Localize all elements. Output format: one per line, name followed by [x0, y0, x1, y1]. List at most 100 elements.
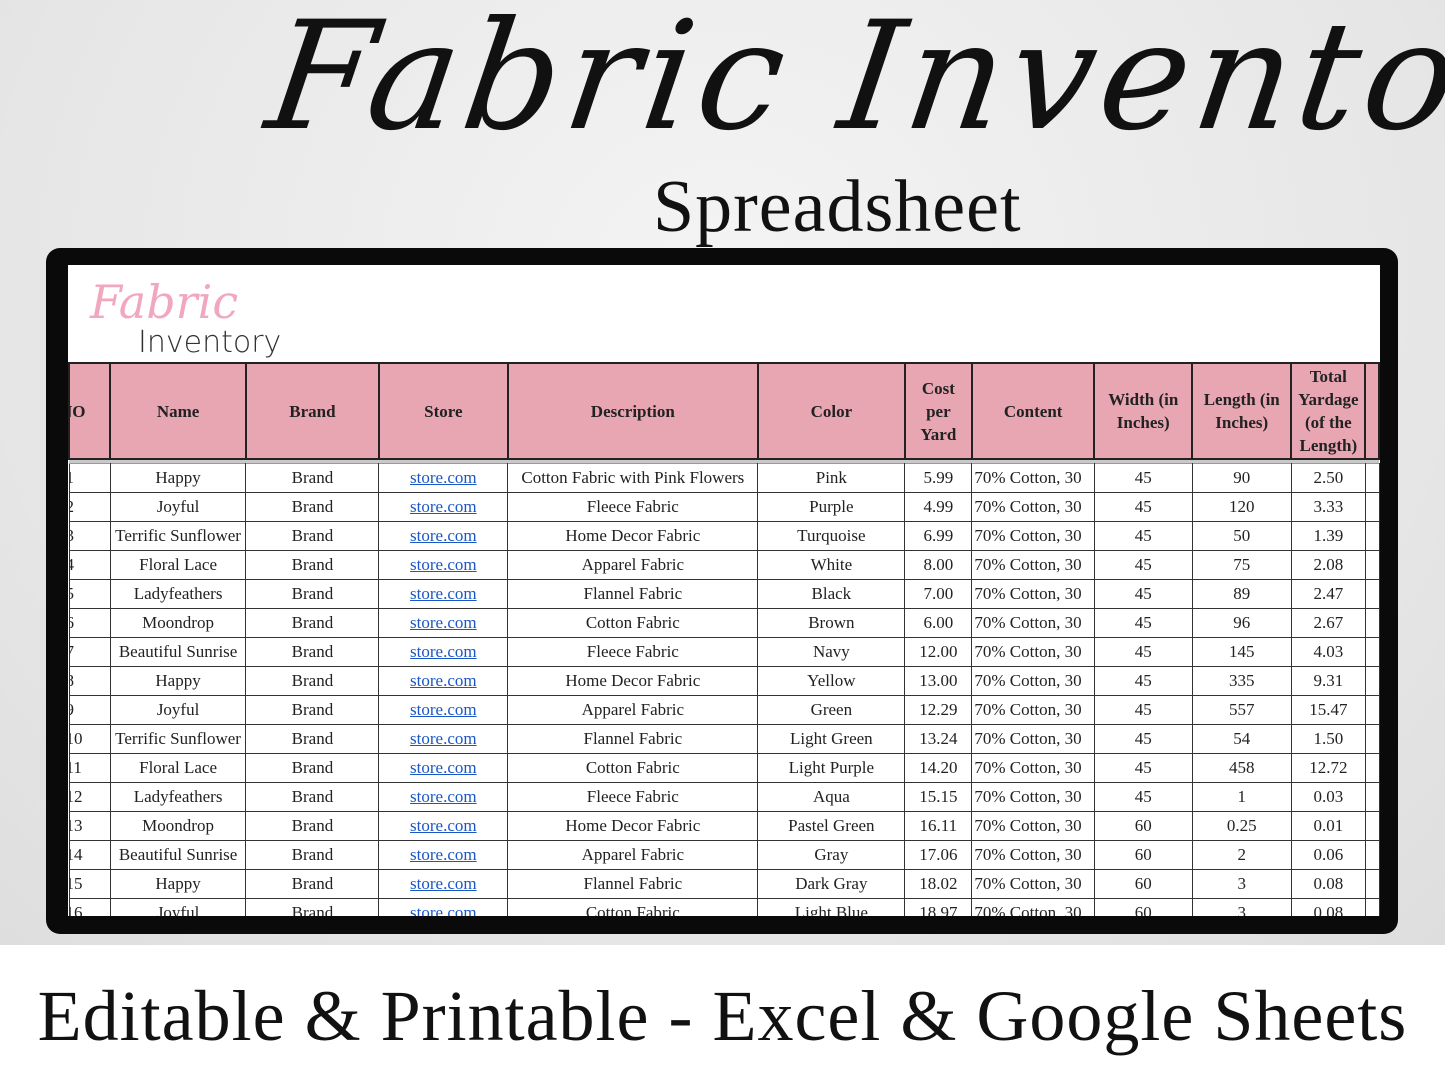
- table-cell[interactable]: Aqua: [757, 781, 906, 812]
- table-cell[interactable]: 15.47: [1290, 694, 1366, 725]
- table-cell[interactable]: 5: [68, 578, 111, 609]
- table-cell[interactable]: Floral Lace: [109, 549, 247, 580]
- store-link[interactable]: store.com: [378, 810, 509, 841]
- table-cell[interactable]: 9.31: [1290, 665, 1366, 696]
- table-cell[interactable]: Moondrop: [109, 607, 247, 638]
- table-cell[interactable]: Brand: [245, 897, 380, 916]
- table-cell[interactable]: 8.00: [904, 549, 973, 580]
- table-cell[interactable]: Brand: [245, 694, 380, 725]
- store-link[interactable]: store.com: [378, 607, 509, 638]
- store-link[interactable]: store.com: [378, 839, 509, 870]
- table-cell[interactable]: 18.02: [904, 868, 973, 899]
- table-cell[interactable]: 6: [68, 607, 111, 638]
- table-cell[interactable]: 45: [1093, 462, 1193, 493]
- table-cell[interactable]: Happy: [109, 462, 247, 493]
- table-cell[interactable]: Flannel Fabric: [507, 578, 759, 609]
- table-cell[interactable]: Home Decor Fabric: [507, 520, 759, 551]
- table-cell[interactable]: 2.47: [1290, 578, 1366, 609]
- table-cell[interactable]: 120: [1191, 491, 1292, 522]
- table-cell[interactable]: 14: [68, 839, 111, 870]
- table-cell[interactable]: 45: [1093, 549, 1193, 580]
- column-header[interactable]: Length (in Inches): [1191, 362, 1293, 460]
- table-cell[interactable]: 0.08: [1290, 897, 1366, 916]
- table-cell[interactable]: 458: [1191, 752, 1292, 783]
- table-cell[interactable]: Happy: [109, 665, 247, 696]
- table-cell[interactable]: 70% Cotton, 30: [971, 694, 1095, 725]
- table-cell[interactable]: 0.25: [1191, 810, 1292, 841]
- table-cell[interactable]: Brand: [245, 665, 380, 696]
- table-cell[interactable]: 5.99: [904, 462, 973, 493]
- table-cell[interactable]: 90: [1191, 462, 1292, 493]
- table-cell[interactable]: 15.15: [904, 781, 973, 812]
- table-cell[interactable]: 70% Cotton, 30: [971, 752, 1095, 783]
- table-cell[interactable]: 50: [1191, 520, 1292, 551]
- table-cell[interactable]: 2: [1191, 839, 1292, 870]
- table-cell[interactable]: Home Decor Fabric: [507, 810, 759, 841]
- table-cell[interactable]: 557: [1191, 694, 1292, 725]
- table-cell[interactable]: 70% Cotton, 30: [971, 810, 1095, 841]
- table-cell[interactable]: Ladyfeathers: [109, 781, 247, 812]
- column-header[interactable]: Description: [506, 362, 759, 460]
- table-cell[interactable]: 1: [1191, 781, 1292, 812]
- column-header[interactable]: NO: [68, 362, 112, 460]
- table-cell[interactable]: Fleece Fabric: [507, 781, 759, 812]
- table-cell[interactable]: Brand: [245, 868, 380, 899]
- table-cell[interactable]: 0.03: [1290, 781, 1366, 812]
- table-cell[interactable]: 70% Cotton, 30: [971, 578, 1095, 609]
- table-cell[interactable]: 89: [1191, 578, 1292, 609]
- table-cell[interactable]: 14.20: [904, 752, 973, 783]
- store-link[interactable]: store.com: [378, 897, 509, 916]
- table-cell[interactable]: Moondrop: [109, 810, 247, 841]
- table-cell[interactable]: 7.00: [904, 578, 973, 609]
- table-cell[interactable]: 0.01: [1290, 810, 1366, 841]
- column-header[interactable]: Cost per Yard: [903, 362, 973, 460]
- table-cell[interactable]: 45: [1093, 607, 1193, 638]
- table-cell[interactable]: Apparel Fabric: [507, 839, 759, 870]
- table-cell[interactable]: Brand: [245, 578, 380, 609]
- table-cell[interactable]: 60: [1093, 810, 1193, 841]
- store-link[interactable]: store.com: [378, 868, 509, 899]
- table-cell[interactable]: Happy: [109, 868, 247, 899]
- table-cell[interactable]: Cotton Fabric: [507, 897, 759, 916]
- table-cell[interactable]: Navy: [757, 636, 906, 667]
- table-cell[interactable]: Brand: [245, 462, 380, 493]
- table-cell[interactable]: Joyful: [109, 491, 247, 522]
- table-cell[interactable]: Light Green: [757, 723, 906, 754]
- store-link[interactable]: store.com: [378, 462, 509, 493]
- table-cell[interactable]: 13.00: [904, 665, 973, 696]
- table-cell[interactable]: 145: [1191, 636, 1292, 667]
- table-cell[interactable]: Beautiful Sunrise: [109, 839, 247, 870]
- table-cell[interactable]: 70% Cotton, 30: [971, 781, 1095, 812]
- column-header[interactable]: Total Yardage (of the Length): [1290, 362, 1367, 460]
- table-cell[interactable]: 1.39: [1290, 520, 1366, 551]
- table-cell[interactable]: 4: [68, 549, 111, 580]
- table-cell[interactable]: Brand: [245, 810, 380, 841]
- table-cell[interactable]: Brand: [245, 781, 380, 812]
- table-cell[interactable]: 12.29: [904, 694, 973, 725]
- table-cell[interactable]: 45: [1093, 665, 1193, 696]
- table-cell[interactable]: 16: [68, 897, 111, 916]
- store-link[interactable]: store.com: [378, 665, 509, 696]
- table-cell[interactable]: 3: [68, 520, 111, 551]
- column-header[interactable]: Store: [377, 362, 509, 460]
- table-cell[interactable]: Black: [757, 578, 906, 609]
- table-cell[interactable]: Fleece Fabric: [507, 491, 759, 522]
- table-cell[interactable]: 1: [68, 462, 111, 493]
- table-cell[interactable]: Pastel Green: [757, 810, 906, 841]
- table-cell[interactable]: 8: [68, 665, 111, 696]
- table-cell[interactable]: 45: [1093, 781, 1193, 812]
- store-link[interactable]: store.com: [378, 491, 509, 522]
- table-cell[interactable]: 335: [1191, 665, 1292, 696]
- store-link[interactable]: store.com: [378, 636, 509, 667]
- table-cell[interactable]: Ladyfeathers: [109, 578, 247, 609]
- table-cell[interactable]: 60: [1093, 868, 1193, 899]
- table-cell[interactable]: Floral Lace: [109, 752, 247, 783]
- table-cell[interactable]: Pink: [757, 462, 906, 493]
- column-header[interactable]: Width (in Inches): [1093, 362, 1194, 460]
- table-cell[interactable]: 2.50: [1290, 462, 1366, 493]
- table-cell[interactable]: 4.03: [1290, 636, 1366, 667]
- table-cell[interactable]: Cotton Fabric with Pink Flowers: [507, 462, 759, 493]
- table-cell[interactable]: 12.72: [1290, 752, 1366, 783]
- table-cell[interactable]: Green: [757, 694, 906, 725]
- table-cell[interactable]: 45: [1093, 520, 1193, 551]
